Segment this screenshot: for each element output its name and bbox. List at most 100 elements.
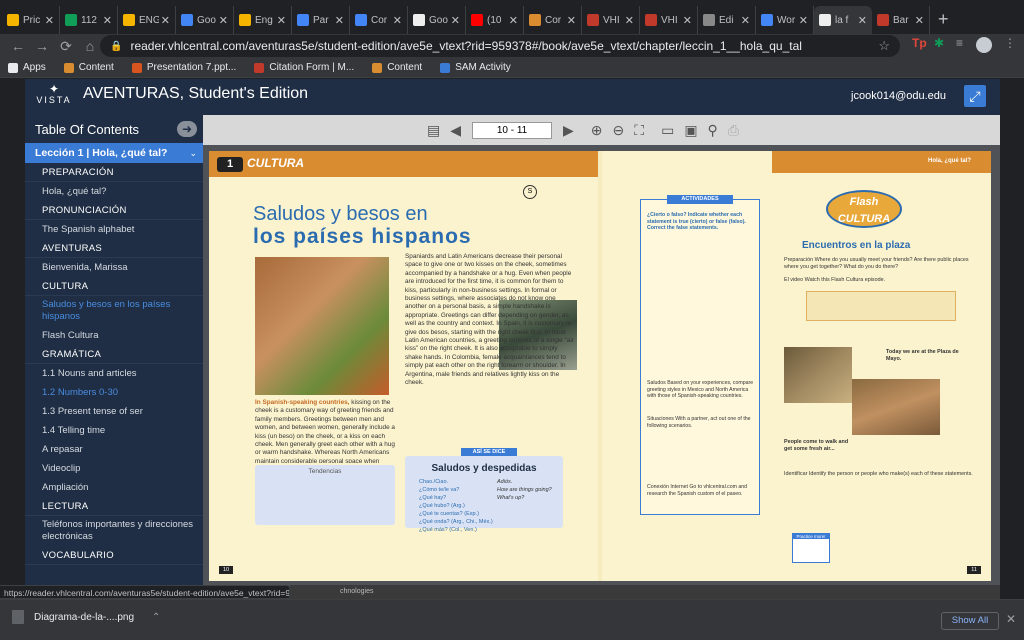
single-page-icon[interactable]: ▤ (427, 122, 440, 139)
browser-tab[interactable]: Goo ✕ (408, 6, 466, 34)
bookmark-icon (131, 62, 142, 73)
browser-tab[interactable]: (10 ✕ (466, 6, 524, 34)
show-all-button[interactable]: Show All (941, 612, 999, 630)
reading-list-icon[interactable]: ≡ (956, 36, 963, 50)
user-email[interactable]: jcook014@odu.edu (851, 90, 946, 102)
forward-icon[interactable]: → (30, 38, 54, 54)
toc-item[interactable]: Hola, ¿qué tal? (25, 182, 203, 201)
menu-kebab-icon[interactable]: ⋮ (1004, 36, 1016, 50)
browser-tab[interactable]: ENG ✕ (118, 6, 176, 34)
activity-1: ¿Cierto o falso? Indicate whether each s… (647, 212, 746, 232)
search-icon[interactable]: ⚲ (708, 122, 718, 139)
chevron-up-icon[interactable]: ⌃ (152, 612, 160, 623)
section-label: CULTURA (247, 156, 305, 170)
puzzle-icon[interactable]: ✱ (934, 36, 944, 50)
tab-close-icon[interactable]: ✕ (45, 14, 54, 27)
toc-section-heading: PREPARACIÓN (25, 163, 203, 182)
collapse-sidebar-icon[interactable]: ➜ (177, 121, 197, 137)
tab-close-icon[interactable]: ✕ (625, 14, 634, 27)
browser-tab[interactable]: Goo ✕ (176, 6, 234, 34)
extension-icon[interactable]: Tp (912, 36, 927, 50)
tab-favicon-icon (819, 14, 831, 26)
prev-page-icon[interactable]: ◀ (450, 122, 461, 139)
toc-item[interactable]: Teléfonos importantes y direcciones elec… (25, 516, 203, 546)
toc-item[interactable]: 1.1 Nouns and articles (25, 364, 203, 383)
bookmark-item[interactable]: Content (63, 62, 114, 73)
tab-close-icon[interactable]: ✕ (683, 14, 692, 27)
zoom-in-icon[interactable]: ⊕ (591, 122, 603, 139)
address-bar[interactable]: 🔒 reader.vhlcentral.com/aventuras5e/stud… (100, 35, 900, 57)
toc-item[interactable]: 1.4 Telling time (25, 421, 203, 440)
toc-item[interactable]: Saludos y besos en los países hispanos (25, 296, 203, 326)
browser-tab[interactable]: VHI ✕ (640, 6, 698, 34)
tab-favicon-icon (123, 14, 135, 26)
page-number-input[interactable]: 10 - 11 (472, 121, 553, 139)
toc-item[interactable]: Bienvenida, Marissa (25, 258, 203, 277)
next-page-icon[interactable]: ▶ (563, 122, 574, 139)
browser-tab[interactable]: Eng ✕ (234, 6, 292, 34)
toc-item[interactable]: Ampliación (25, 478, 203, 497)
note-icon[interactable]: ▭ (661, 122, 674, 139)
bookmark-item[interactable]: Content (372, 62, 422, 73)
tab-label: 112 (81, 14, 97, 26)
browser-tab[interactable]: Wor ✕ (756, 6, 814, 34)
left-page-footer: 10 (219, 566, 234, 574)
bookmark-item[interactable]: SAM Activity (440, 62, 511, 73)
tab-close-icon[interactable]: ✕ (335, 14, 344, 27)
toc-item[interactable]: Flash Cultura (25, 326, 203, 345)
browser-tab[interactable]: Cor ✕ (350, 6, 408, 34)
download-item[interactable]: Diagrama-de-la-....png ⌃ (12, 610, 160, 624)
back-icon[interactable]: ← (6, 38, 30, 54)
tab-close-icon[interactable]: ✕ (567, 14, 576, 27)
browser-tab[interactable]: Cor ✕ (524, 6, 582, 34)
profile-avatar[interactable] (976, 37, 992, 53)
lesson-selector[interactable]: Lección 1 | Hola, ¿qué tal? ⌄ (25, 143, 203, 163)
tab-close-icon[interactable]: ✕ (858, 14, 867, 27)
browser-tab[interactable]: VHI ✕ (582, 6, 640, 34)
tab-close-icon[interactable]: ✕ (393, 14, 402, 27)
bookmarks-bar: Apps Content Presentation 7.ppt... Citation… (0, 58, 1024, 78)
browser-tab[interactable]: Pric ✕ (2, 6, 60, 34)
new-tab-button[interactable]: + (938, 9, 949, 30)
print-icon[interactable]: ⎙ (728, 122, 739, 139)
tab-close-icon[interactable]: ✕ (219, 14, 228, 27)
reload-icon[interactable]: ⟳ (54, 38, 78, 55)
toc-item[interactable]: 1.2 Numbers 0-30 (25, 383, 203, 402)
tendencias-table: Tendencias (255, 465, 395, 525)
tab-close-icon[interactable]: ✕ (451, 14, 460, 27)
browser-tab[interactable]: la f ✕ (814, 6, 872, 34)
tab-close-icon[interactable]: ✕ (277, 14, 286, 27)
identificar-text: Identificar Identify the person or peopl… (784, 471, 973, 477)
close-icon[interactable]: ✕ (1006, 612, 1016, 626)
tab-close-icon[interactable]: ✕ (161, 14, 170, 27)
toc-item[interactable]: 1.3 Present tense of ser (25, 402, 203, 421)
book-spread: 1 CULTURA S Saludos y besos en los paíse… (209, 151, 991, 581)
status-url: https://reader.vhlcentral.com/aventuras5… (0, 585, 290, 599)
tab-close-icon[interactable]: ✕ (509, 14, 518, 27)
toc-item[interactable]: Videoclip (25, 459, 203, 478)
toc-item[interactable]: A repasar (25, 440, 203, 459)
bookmark-item[interactable]: Presentation 7.ppt... (131, 62, 236, 73)
toc-item[interactable]: The Spanish alphabet (25, 220, 203, 239)
home-icon[interactable]: ⌂ (78, 38, 102, 54)
bookmark-star-icon[interactable]: ☆ (878, 38, 890, 54)
bookmark-item[interactable]: Apps (8, 62, 46, 73)
browser-tab[interactable]: Bar ✕ (872, 6, 930, 34)
browser-tab[interactable]: 112 ✕ (60, 6, 118, 34)
tab-close-icon[interactable]: ✕ (741, 14, 750, 27)
audio-icon[interactable]: S (523, 185, 537, 199)
practice-more-badge[interactable]: Practice more! (792, 533, 830, 563)
browser-tab[interactable]: Par ✕ (292, 6, 350, 34)
practice-label: Practice more! (793, 534, 829, 539)
tab-favicon-icon (65, 14, 77, 26)
bookmark-item[interactable]: Citation Form | M... (254, 62, 354, 73)
browser-tab[interactable]: Edi ✕ (698, 6, 756, 34)
tab-close-icon[interactable]: ✕ (103, 14, 112, 27)
tab-close-icon[interactable]: ✕ (799, 14, 808, 27)
fullscreen-icon[interactable]: ⤢ (964, 85, 986, 107)
tab-close-icon[interactable]: ✕ (915, 14, 924, 27)
photo-caption: In Spanish-speaking countries, kissing o… (255, 399, 395, 463)
fit-page-icon[interactable]: ⛶ (634, 122, 644, 139)
zoom-out-icon[interactable]: ⊖ (613, 122, 625, 139)
notes-list-icon[interactable]: ▣ (684, 122, 697, 139)
